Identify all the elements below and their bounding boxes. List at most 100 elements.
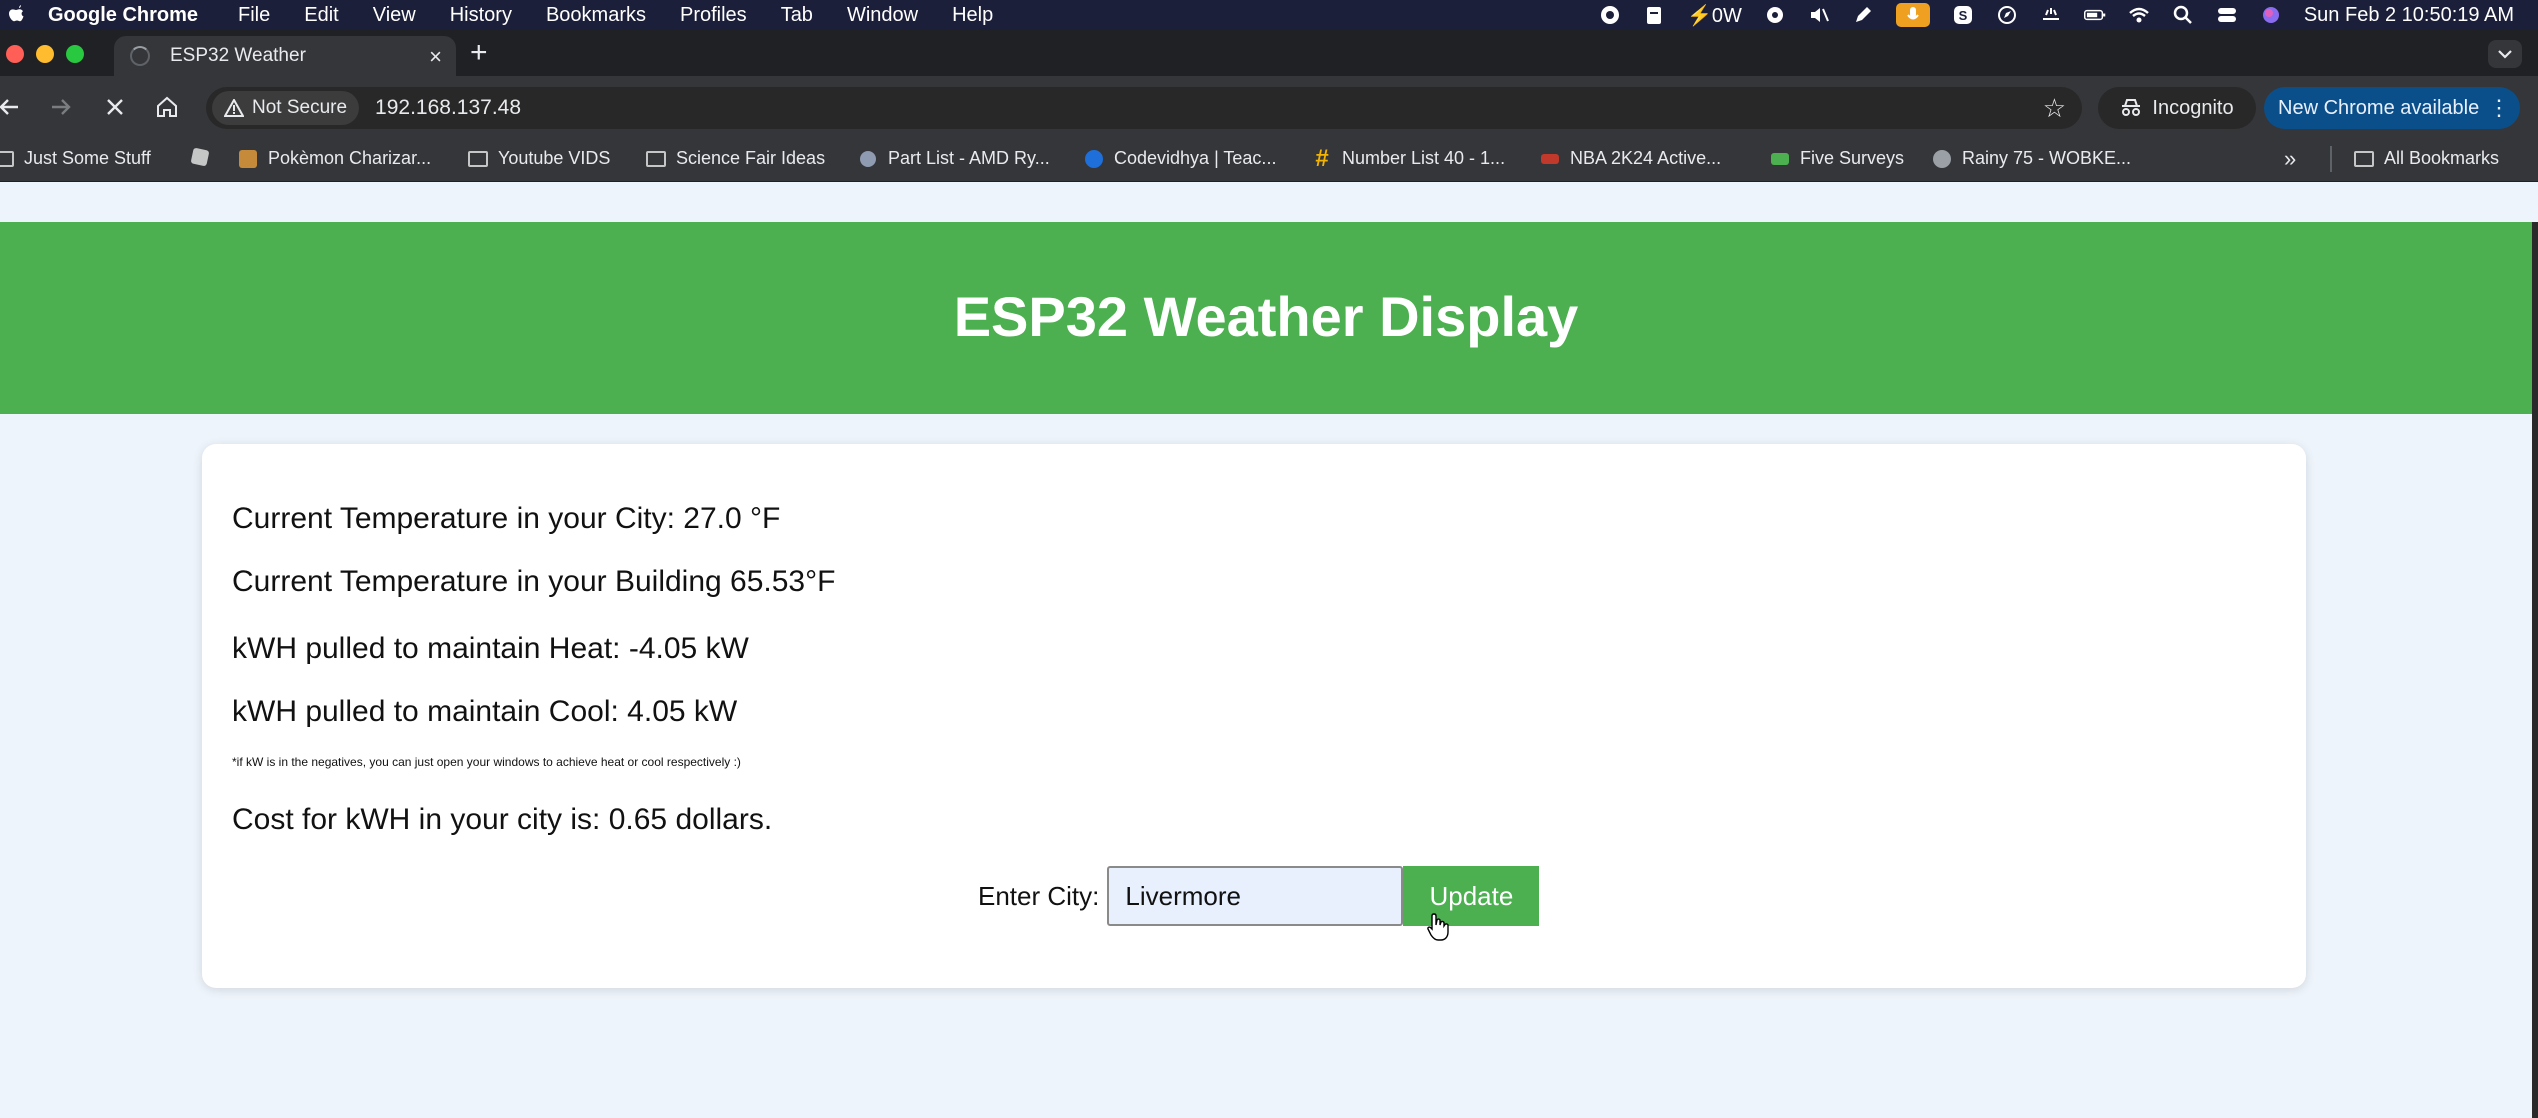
menu-profiles[interactable]: Profiles xyxy=(680,4,747,27)
bookmark-label: Part List - AMD Ry... xyxy=(888,148,1050,168)
bookmark-rainy-75[interactable]: Rainy 75 - WOBKE... xyxy=(1932,148,2131,169)
tab-esp32-weather[interactable]: ESP32 Weather × xyxy=(114,36,456,76)
city-input[interactable] xyxy=(1107,866,1404,926)
bookmark-label: Codevidhya | Teac... xyxy=(1114,148,1277,168)
bookmark-youtube-vids[interactable]: Youtube VIDS xyxy=(468,148,610,169)
control-center-icon[interactable] xyxy=(2216,4,2238,26)
bookmarks-overflow-icon[interactable]: » xyxy=(2284,146,2296,172)
bookmarks-divider xyxy=(2330,146,2332,172)
macos-menu-bar: Google Chrome File Edit View History Boo… xyxy=(0,0,2538,30)
window-minimize-button[interactable] xyxy=(36,45,54,63)
city-form: Enter City: Update xyxy=(978,866,1540,926)
weather-icon[interactable] xyxy=(2040,4,2062,26)
menu-app-name[interactable]: Google Chrome xyxy=(48,4,198,27)
chevron-down-icon xyxy=(2498,50,2512,59)
building-temperature: Current Temperature in your Building 65.… xyxy=(232,565,836,598)
all-bookmarks-button[interactable]: All Bookmarks xyxy=(2354,148,2499,169)
tab-strip: ESP32 Weather × + xyxy=(0,30,2538,76)
box-icon xyxy=(238,149,258,168)
window-close-button[interactable] xyxy=(6,45,24,63)
bookmarks-bar: Just Some Stuff Pokèmon Charizar... Yout… xyxy=(0,138,2538,182)
page-title: ESP32 Weather Display xyxy=(953,284,1579,348)
bookmark-nba-2k24[interactable]: NBA 2K24 Active... xyxy=(1540,148,1721,169)
kwh-cost: Cost for kWH in your city is: 0.65 dolla… xyxy=(232,803,773,836)
rainy-icon xyxy=(1932,149,1952,168)
bookmark-label: Youtube VIDS xyxy=(498,148,611,168)
menu-view[interactable]: View xyxy=(373,4,416,27)
menu-window[interactable]: Window xyxy=(847,4,918,27)
back-button[interactable] xyxy=(0,90,26,124)
folder-icon xyxy=(0,150,14,168)
record-icon[interactable] xyxy=(1599,4,1621,26)
bookmark-star-icon[interactable]: ☆ xyxy=(2043,93,2066,124)
screen: Google Chrome File Edit View History Boo… xyxy=(0,0,2538,1118)
bookmark-label: Number List 40 - 1... xyxy=(1342,148,1506,168)
wifi-icon[interactable] xyxy=(2128,4,2150,26)
folder-icon xyxy=(468,150,488,168)
browser-toolbar: Not Secure 192.168.137.48 ☆ Incognito Ne… xyxy=(0,76,2538,138)
gear-icon[interactable] xyxy=(1764,4,1786,26)
bookmark-science-fair[interactable]: Science Fair Ideas xyxy=(646,148,825,169)
city-temperature: Current Temperature in your City: 27.0 °… xyxy=(232,502,781,535)
security-label: Not Secure xyxy=(252,97,348,118)
url-text[interactable]: 192.168.137.48 xyxy=(375,96,521,120)
forward-button[interactable] xyxy=(44,90,78,124)
clipboard-icon[interactable] xyxy=(1643,4,1665,26)
warning-triangle-icon xyxy=(224,99,244,117)
address-bar[interactable]: Not Secure 192.168.137.48 ☆ xyxy=(206,87,2082,129)
incognito-indicator[interactable]: Incognito xyxy=(2098,87,2256,129)
heat-kwh: kWH pulled to maintain Heat: -4.05 kW xyxy=(232,632,749,665)
bookmark-number-list[interactable]: # Number List 40 - 1... xyxy=(1312,144,1506,172)
bookmark-roblox[interactable] xyxy=(190,147,210,167)
new-tab-button[interactable]: + xyxy=(470,38,488,68)
menu-bar-clock[interactable]: Sun Feb 2 10:50:19 AM xyxy=(2304,4,2514,27)
window-zoom-button[interactable] xyxy=(66,45,84,63)
home-button[interactable] xyxy=(150,90,184,124)
incognito-icon xyxy=(2122,99,2141,116)
update-button[interactable]: Update xyxy=(1403,866,1540,926)
menu-file[interactable]: File xyxy=(238,4,270,27)
page-header: ESP32 Weather Display xyxy=(0,222,2532,414)
cool-kwh: kWH pulled to maintain Cool: 4.05 kW xyxy=(232,695,738,728)
new-chrome-available-button[interactable]: New Chrome available ⋮ xyxy=(2264,87,2520,129)
bookmark-codevidhya[interactable]: Codevidhya | Teac... xyxy=(1084,148,1276,169)
roblox-icon xyxy=(190,147,210,167)
bookmark-label: Just Some Stuff xyxy=(24,148,151,168)
pen-icon[interactable] xyxy=(1852,4,1874,26)
tab-search-button[interactable] xyxy=(2488,40,2522,68)
power-reading: 0W xyxy=(1711,4,1742,27)
bookmark-label: Five Surveys xyxy=(1800,148,1905,168)
menu-help[interactable]: Help xyxy=(952,4,993,27)
menu-bookmarks[interactable]: Bookmarks xyxy=(546,4,646,27)
more-vertical-icon[interactable]: ⋮ xyxy=(2488,95,2510,121)
stop-loading-button[interactable] xyxy=(98,90,132,124)
city-label: Enter City: xyxy=(978,880,1100,911)
back-arrow-icon xyxy=(0,99,18,115)
security-indicator[interactable]: Not Secure xyxy=(212,91,360,125)
bookmark-just-some-stuff[interactable]: Just Some Stuff xyxy=(0,148,151,169)
negative-kw-note: *if kW is in the negatives, you can just… xyxy=(232,755,741,769)
apple-icon[interactable] xyxy=(8,5,24,25)
search-icon[interactable] xyxy=(2172,4,2194,26)
weather-card: Current Temperature in your City: 27.0 °… xyxy=(202,444,2306,988)
forward-arrow-icon xyxy=(52,99,71,115)
battery-icon[interactable] xyxy=(2083,4,2106,26)
parts-icon xyxy=(858,150,878,168)
tab-close-icon[interactable]: × xyxy=(429,44,442,70)
siri-icon[interactable] xyxy=(2260,4,2282,26)
menu-edit[interactable]: Edit xyxy=(304,4,338,27)
menu-history[interactable]: History xyxy=(450,4,512,27)
window-right-edge xyxy=(2532,222,2538,1118)
microphone-icon[interactable] xyxy=(1895,3,1930,27)
bookmark-pokemon[interactable]: Pokèmon Charizar... xyxy=(238,148,431,169)
mute-icon[interactable] xyxy=(1808,4,1830,26)
hash-icon: # xyxy=(1315,144,1329,172)
menu-tab[interactable]: Tab xyxy=(781,4,813,27)
bookmark-five-surveys[interactable]: Five Surveys xyxy=(1770,148,1904,169)
compass-icon[interactable] xyxy=(1996,4,2018,26)
bookmark-part-list[interactable]: Part List - AMD Ry... xyxy=(858,148,1050,169)
incognito-label: Incognito xyxy=(2152,96,2234,119)
skype-icon[interactable]: S xyxy=(1952,4,1974,26)
power-meter-icon[interactable]: ⚡0W xyxy=(1687,3,1742,28)
all-bookmarks-label: All Bookmarks xyxy=(2384,148,2500,168)
